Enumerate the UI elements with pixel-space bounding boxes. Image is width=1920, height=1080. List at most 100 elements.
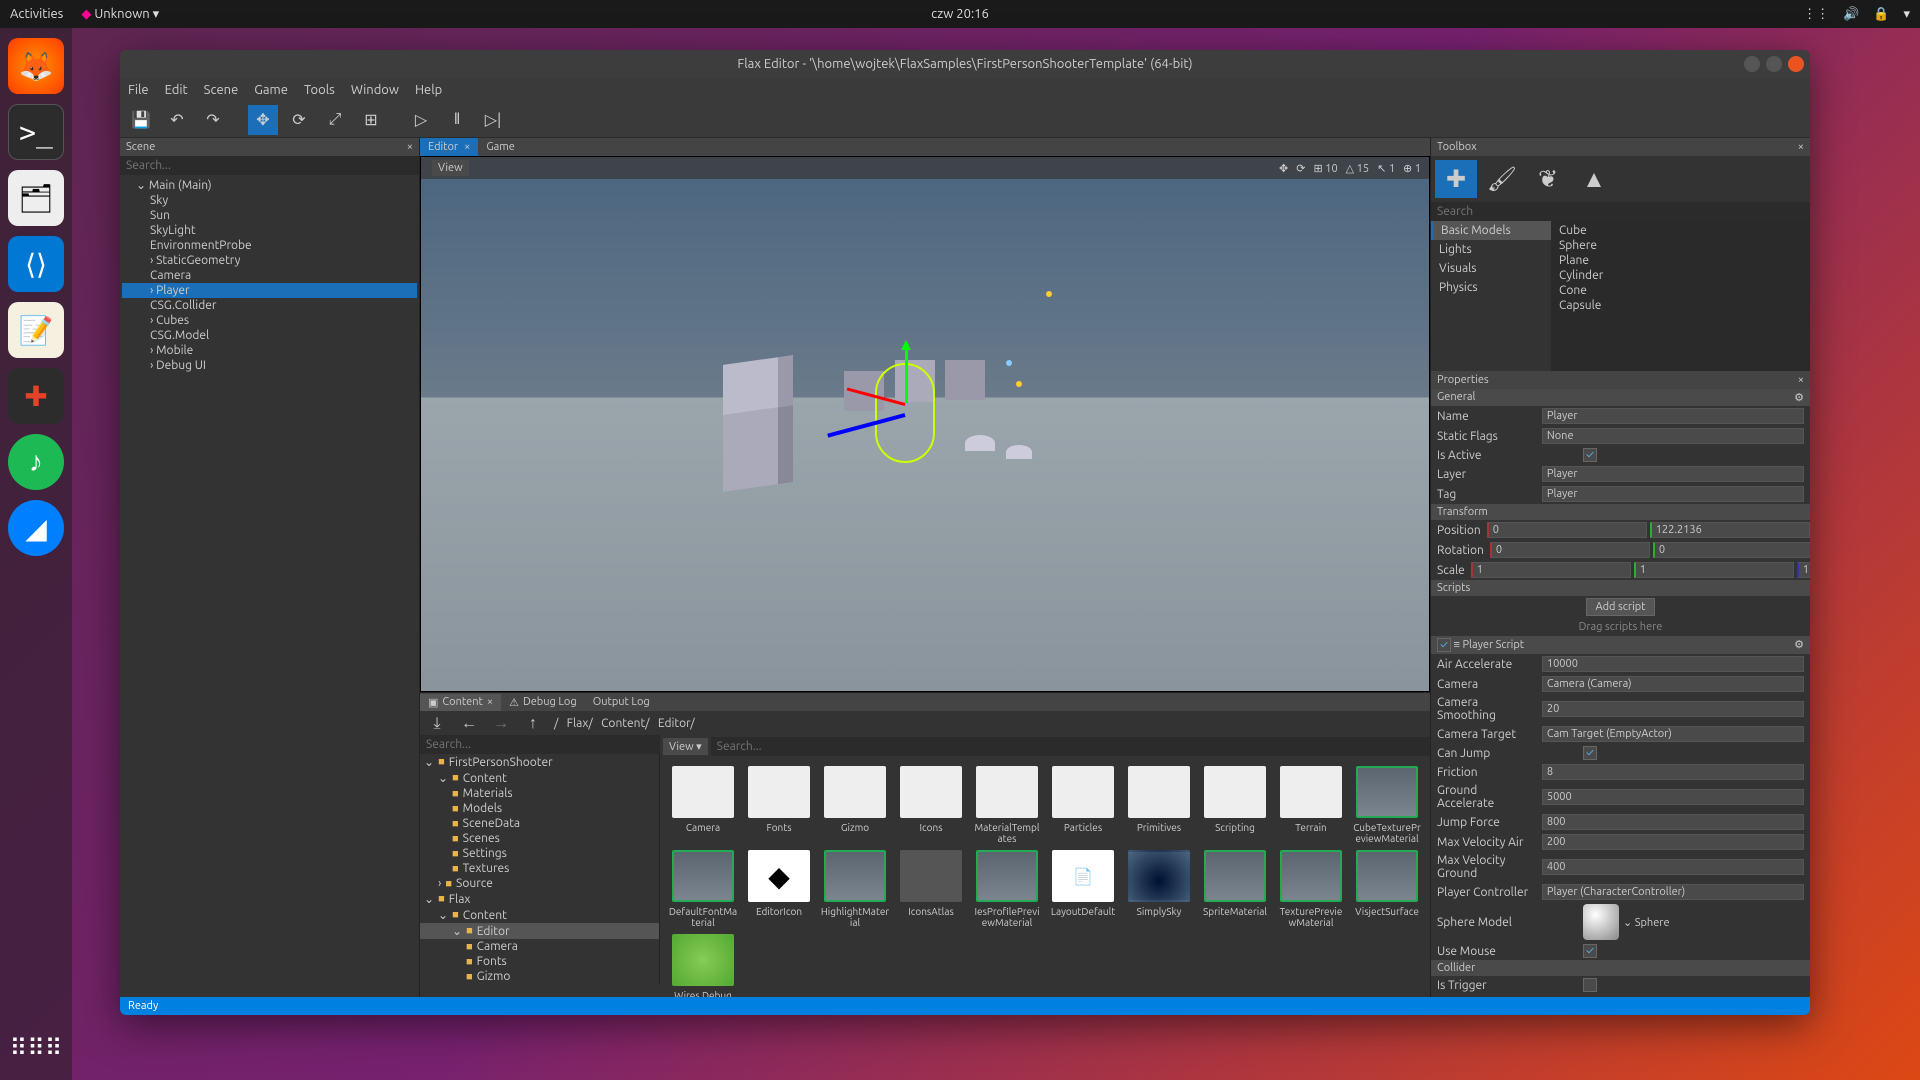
content-view-dropdown[interactable]: View ▾ <box>663 738 708 755</box>
dock-flax[interactable]: ◢ <box>8 500 64 556</box>
translate-tool-icon[interactable]: ✥ <box>248 105 278 135</box>
tab-output-log[interactable]: Output Log <box>585 694 658 710</box>
content-item[interactable]: 📄LayoutDefault <box>1048 850 1118 928</box>
tree-item[interactable]: › Mobile <box>122 343 417 358</box>
scene-search-input[interactable] <box>120 156 419 175</box>
gear-icon[interactable]: ⚙ <box>1794 391 1804 404</box>
tab-editor[interactable]: Editor × <box>420 138 478 156</box>
scene-tree[interactable]: ⌄ Main (Main) Sky Sun SkyLight Environme… <box>120 175 419 997</box>
property-input[interactable] <box>1542 764 1804 780</box>
content-item[interactable]: Particles <box>1048 766 1118 844</box>
content-item[interactable]: Icons <box>896 766 966 844</box>
scale-y[interactable] <box>1634 562 1794 578</box>
tree-item[interactable]: CSG.Collider <box>122 298 417 313</box>
content-item[interactable]: Wires Debug Material <box>668 934 738 997</box>
tree-item[interactable]: Sky <box>122 193 417 208</box>
tab-content[interactable]: ▣ Content × <box>420 694 501 711</box>
is-trigger-checkbox[interactable] <box>1583 978 1597 992</box>
scale-tool-icon[interactable]: ⤢ <box>320 105 350 135</box>
content-item[interactable]: CubeTexturePreviewMaterial <box>1352 766 1422 844</box>
save-icon[interactable]: 💾 <box>126 105 156 135</box>
toolbox-item[interactable]: Cube <box>1553 223 1808 238</box>
tree-item[interactable]: CSG.Model <box>122 328 417 343</box>
tree-item[interactable]: SkyLight <box>122 223 417 238</box>
rot-y[interactable] <box>1653 542 1810 558</box>
nav-up-icon[interactable]: ↑ <box>522 714 544 733</box>
redo-icon[interactable]: ↷ <box>198 105 228 135</box>
scale-x[interactable] <box>1471 562 1631 578</box>
script-enabled-checkbox[interactable]: ✓ <box>1437 638 1451 652</box>
toolbox-item[interactable]: Sphere <box>1553 238 1808 253</box>
app-menu[interactable]: Unknown ▾ <box>94 7 159 21</box>
dock-terminal[interactable]: >_ <box>8 104 64 160</box>
content-item[interactable]: Gizmo <box>820 766 890 844</box>
content-item[interactable]: MaterialTemplates <box>972 766 1042 844</box>
tab-game[interactable]: Game <box>478 138 523 156</box>
toolbox-category[interactable]: Visuals <box>1431 259 1551 278</box>
rotate-tool-icon[interactable]: ⟳ <box>284 105 314 135</box>
property-input[interactable] <box>1542 789 1804 805</box>
close-button[interactable] <box>1788 56 1804 72</box>
content-item[interactable]: Primitives <box>1124 766 1194 844</box>
toolbox-category[interactable]: Basic Models <box>1431 221 1551 240</box>
add-script-button[interactable]: Add script <box>1586 598 1654 616</box>
menu-tools[interactable]: Tools <box>304 83 335 97</box>
toolbox-search[interactable] <box>1431 202 1810 221</box>
checkbox[interactable]: ✓ <box>1583 944 1597 958</box>
undo-icon[interactable]: ↶ <box>162 105 192 135</box>
property-input[interactable] <box>1542 656 1804 672</box>
tree-item[interactable]: Sun <box>122 208 417 223</box>
menu-window[interactable]: Window <box>351 83 399 97</box>
obj-icon[interactable]: ⊕ 1 <box>1403 162 1421 175</box>
content-item[interactable]: Camera <box>668 766 738 844</box>
breadcrumb[interactable]: / Flax/ Content/ Editor/ <box>554 717 695 730</box>
toolbox-item[interactable]: Cylinder <box>1553 268 1808 283</box>
menu-help[interactable]: Help <box>415 83 442 97</box>
scene-close-icon[interactable]: × <box>407 141 413 153</box>
content-item[interactable]: IconsAtlas <box>896 850 966 928</box>
view-dropdown[interactable]: View <box>432 160 469 176</box>
content-item[interactable]: Fonts <box>744 766 814 844</box>
pause-icon[interactable]: ‖ <box>442 105 472 135</box>
content-item[interactable]: SimplySky <box>1124 850 1194 928</box>
content-item[interactable]: HighlightMaterial <box>820 850 890 928</box>
pos-x[interactable] <box>1487 522 1647 538</box>
toolbox-item[interactable]: Plane <box>1553 253 1808 268</box>
pos-y[interactable] <box>1650 522 1810 538</box>
minimize-button[interactable] <box>1744 56 1760 72</box>
volume-icon[interactable]: 🔊 <box>1843 7 1859 22</box>
toolbox-category[interactable]: Lights <box>1431 240 1551 259</box>
menu-scene[interactable]: Scene <box>204 83 239 97</box>
toolbox-item[interactable]: Cone <box>1553 283 1808 298</box>
content-item[interactable]: ◆EditorIcon <box>744 850 814 928</box>
close-icon[interactable]: × <box>464 141 470 153</box>
scale-z[interactable] <box>1797 562 1810 578</box>
content-item[interactable]: SpriteMaterial <box>1200 850 1270 928</box>
toolbox-terrain-icon[interactable]: ▲ <box>1573 160 1615 198</box>
grid-snap-icon[interactable]: ⊞ <box>356 105 386 135</box>
property-input[interactable] <box>1542 834 1804 850</box>
close-icon[interactable]: × <box>1798 374 1804 386</box>
toolbox-category[interactable]: Physics <box>1431 278 1551 297</box>
tree-item-player[interactable]: › Player <box>122 283 417 298</box>
property-input[interactable] <box>1542 726 1804 742</box>
menu-edit[interactable]: Edit <box>165 83 188 97</box>
name-field[interactable] <box>1542 408 1804 424</box>
tree-item[interactable]: EnvironmentProbe <box>122 238 417 253</box>
property-input[interactable] <box>1542 676 1804 692</box>
content-item[interactable]: VisjectSurface <box>1352 850 1422 928</box>
grid-icon[interactable]: ⊞ 10 <box>1313 162 1337 175</box>
static-flags-field[interactable] <box>1542 428 1804 444</box>
dock-files[interactable]: 🗂 <box>8 170 64 226</box>
tree-item[interactable]: › Debug UI <box>122 358 417 373</box>
toolbox-foliage-icon[interactable]: ❦ <box>1527 160 1569 198</box>
close-icon[interactable]: × <box>487 696 493 708</box>
gear-icon[interactable]: ⚙ <box>1794 638 1804 652</box>
content-tree-search[interactable] <box>420 735 660 754</box>
import-icon[interactable]: ⤓ <box>426 714 448 733</box>
property-input[interactable] <box>1542 701 1804 717</box>
content-item[interactable]: Terrain <box>1276 766 1346 844</box>
translate-mini-icon[interactable]: ✥ <box>1279 162 1288 175</box>
property-input[interactable] <box>1542 814 1804 830</box>
show-applications[interactable]: ⠿⠿⠿ <box>10 1034 63 1062</box>
